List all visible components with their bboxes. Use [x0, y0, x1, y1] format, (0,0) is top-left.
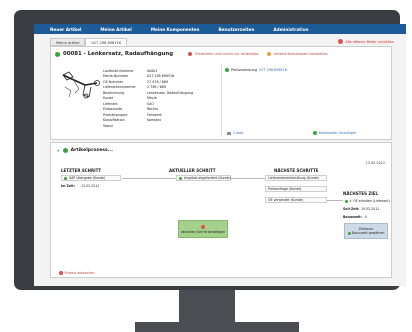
tab-my-articles[interactable]: Meine Artikel: [50, 38, 86, 46]
app-screen: Neuer Artikel Meine Artikel Meine Kompon…: [34, 24, 406, 286]
pencil-icon: [266, 52, 271, 56]
close-all-tabs-link[interactable]: Alle offenen Reiter schließen: [338, 39, 394, 44]
cancel-icon: [59, 271, 63, 275]
target-time-label: Soll-Zeit:: [343, 207, 360, 211]
close-all-tabs-label: Alle offenen Reiter schließen: [345, 39, 394, 44]
step-connector: [122, 178, 176, 179]
bonus-time-value: 0: [365, 215, 368, 219]
article-title: 00081 - Lenkersatz, Radaufhängung: [63, 51, 174, 57]
nav-item-user-times[interactable]: Benutzerzeiten: [218, 27, 254, 32]
close-icon: [338, 39, 344, 44]
process-header[interactable]: « Artikelprozess...: [57, 148, 113, 153]
collapse-chevron-icon: «: [57, 148, 60, 153]
last-step-date-label: Im Zeit:: [61, 184, 75, 188]
article-panel: 00081 - Lenkersatz, Radaufhängung Entwic…: [50, 46, 392, 140]
process-date: 13.02.2012: [365, 161, 385, 165]
current-step-field: Angebot abgefordert (Kunde): [176, 175, 231, 181]
nav-item-my-components[interactable]: Meine Komponenten: [151, 27, 200, 32]
process-check-icon: [62, 148, 68, 153]
monitor-stand-base: [135, 322, 299, 332]
check-icon: [64, 176, 67, 180]
grant-bonus-line2: Bonuszeit gewähren: [352, 231, 385, 235]
tab-bar: Meine Artikel 027 298 698Y16: [50, 38, 128, 46]
property-row: Bezeichnung Lenkersatz, Radaufhängung: [103, 90, 194, 95]
delete-article-link[interactable]: Entwickeln und zurück zur Artikelliste: [195, 52, 259, 56]
tab-article-detail[interactable]: 027 298 698Y16: [85, 38, 128, 46]
info-icon: ℹ: [350, 199, 352, 203]
next-step-field: Lieferantenentwicklung (Kunde): [265, 175, 327, 181]
step-connector: [327, 200, 343, 201]
add-comment-link[interactable]: Kommentar hinzufügen: [313, 131, 356, 135]
target-time-value: 19.02.2012: [361, 207, 380, 211]
nav-item-administration[interactable]: Administration: [273, 27, 308, 32]
article-properties: Laufende Nummer 00001 Meyle-Nummer 027 298…: [103, 68, 193, 129]
next-goal-title: NÄCHSTES ZIEL: [343, 191, 379, 196]
bonus-time-label: Bonuszeit:: [343, 215, 362, 219]
article-title-row: 00081 - Lenkersatz, Radaufhängung Entwic…: [55, 51, 328, 57]
next-steps-title: NÄCHSTE SCHRITTE: [274, 168, 319, 173]
edit-article-link[interactable]: Artikelinformationen bearbeiten: [274, 52, 328, 56]
property-row: Stand: [103, 123, 113, 128]
status-check-icon: [55, 51, 60, 57]
technical-drawing-image: [59, 67, 101, 103]
price-assignment: Preiszuweisung 027 298 698Y16: [225, 68, 287, 72]
step-connector: [231, 178, 265, 179]
top-nav: Neuer Artikel Meine Artikel Meine Kompon…: [34, 24, 406, 34]
last-step-title: LETZTER SCHRITT: [61, 168, 102, 173]
alert-icon: [201, 224, 205, 229]
files-label: 2 Akte: [233, 131, 244, 135]
price-value-link[interactable]: 027 298 698Y16: [259, 68, 287, 72]
add-comment-label: Kommentar hinzufügen: [319, 131, 357, 135]
last-step-date-value: 13.02.2012: [81, 184, 100, 188]
process-panel: « Artikelprozess... 13.02.2012 LETZTER S…: [50, 142, 392, 278]
next-goal-field: ℹ OE erhalten (Lieferant): [343, 198, 390, 204]
abort-process-label: Prozess abbrechen: [64, 271, 95, 275]
process-title: Artikelprozess...: [70, 148, 114, 153]
price-label: Preiszuweisung: [231, 68, 258, 72]
grant-bonus-button[interactable]: Zeitraum Bonuszeit gewähren: [344, 223, 388, 239]
file-icon: [227, 131, 231, 135]
abort-process-link[interactable]: Prozess abbrechen: [59, 271, 94, 275]
check-icon: [179, 176, 182, 180]
monitor-stand-neck: [179, 290, 235, 324]
nav-item-my-articles[interactable]: Meine Artikel: [100, 27, 131, 32]
panel-divider: [221, 65, 222, 137]
current-step-title: AKTUELLER SCHRITT: [169, 168, 216, 173]
files-link[interactable]: 2 Akte: [227, 131, 243, 135]
check-icon: [225, 68, 229, 72]
last-step-field: SAP Übergabe (Kunde): [61, 175, 121, 181]
nav-item-new-article[interactable]: Neuer Artikel: [50, 27, 81, 32]
confirm-step-button[interactable]: aktuellen Schritt bestätigen: [178, 220, 228, 238]
plus-icon: [347, 231, 351, 235]
next-step-field: Preisanfrage (Kunde): [265, 186, 327, 192]
plus-icon: [313, 131, 317, 135]
delete-icon: [188, 52, 193, 56]
confirm-step-label: aktuellen Schritt bestätigen: [180, 229, 226, 234]
next-step-field: OE versendet (Kunde): [265, 197, 327, 203]
check-icon: [345, 199, 348, 203]
